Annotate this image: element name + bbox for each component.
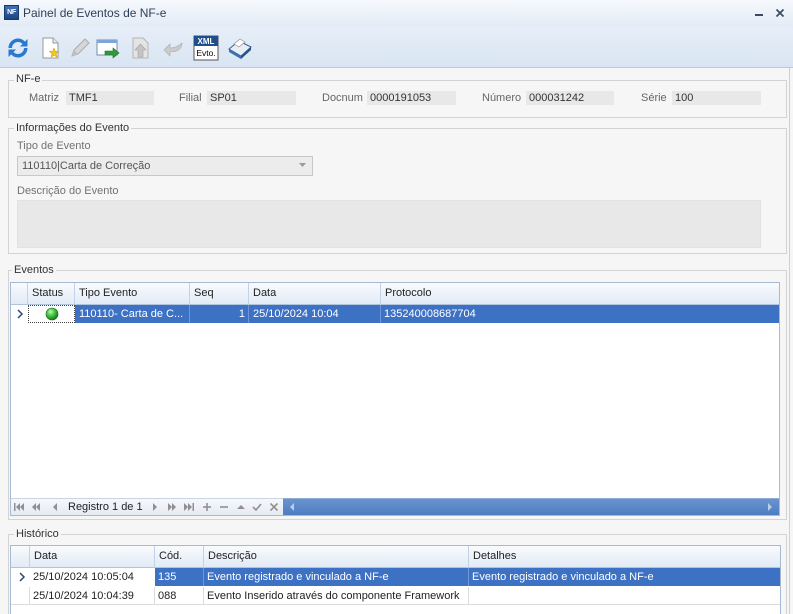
historico-header-data[interactable]: Data [30,546,155,568]
green-ball-icon [45,307,59,321]
seq-cell[interactable]: 1 [190,305,249,323]
filial-field[interactable]: SP01 [207,91,296,105]
historico-header-detalhes[interactable]: Detalhes [469,546,780,568]
insert-icon[interactable] [202,502,212,512]
window-title: Painel de Eventos de NF-e [23,6,167,20]
serie-field[interactable]: 100 [672,91,761,105]
prior-page-icon[interactable] [31,502,41,512]
docnum-field[interactable]: 0000191053 [367,91,456,105]
record-navigator: Registro 1 de 1 [11,498,283,515]
descricao-evento-field[interactable] [17,200,761,248]
historico-grid[interactable]: Data Cód. Descrição Detalhes 25/10/2024 … [10,545,781,614]
undo-button[interactable] [161,35,187,61]
prior-record-icon[interactable] [50,502,60,512]
historico-descricao-cell[interactable]: Evento registrado e vinculado a NF-e [204,568,469,586]
new-document-icon [42,37,60,59]
historico-data-cell[interactable]: 25/10/2024 10:04:39 [30,587,155,605]
historico-header-descricao[interactable]: Descrição [204,546,469,568]
print-send-icon [228,38,252,59]
matriz-label: Matriz [29,92,59,104]
edit-up-icon[interactable] [236,502,246,512]
cancel-x-icon[interactable] [269,502,279,512]
row-indicator [11,587,30,605]
row-indicator-chevron-icon [19,572,26,582]
last-record-icon[interactable] [184,502,194,512]
xml-icon-label: XML [198,37,215,46]
data-cell[interactable]: 25/10/2024 10:04 [249,305,381,323]
historico-indicator-header [11,546,30,568]
historico-detalhes-cell[interactable] [469,587,780,605]
chevron-down-icon[interactable] [299,163,306,168]
status-cell[interactable] [28,305,75,323]
xml-event-button[interactable]: XML Evto. [193,35,219,61]
nfe-group-label: NF-e [14,73,43,86]
horizontal-scrollbar[interactable] [283,498,779,515]
refresh-icon [8,38,28,58]
eventos-header-status[interactable]: Status [28,283,75,305]
evto-icon-label: Evto. [196,48,215,58]
table-row[interactable]: 25/10/2024 10:04:39 088 Evento Inserido … [11,587,780,605]
print-send-button[interactable] [225,35,255,61]
eventos-group-label: Eventos [12,264,56,277]
row-indicator-chevron-icon [17,309,24,319]
protocolo-cell[interactable]: 135240008687704 [381,305,779,323]
historico-detalhes-cell[interactable]: Evento registrado e vinculado a NF-e [469,568,780,586]
next-page-icon[interactable] [167,502,177,512]
title-bar[interactable]: NF Painel de Eventos de NF-e [0,0,793,27]
event-info-group-label: Informações do Evento [14,122,132,135]
numero-field[interactable]: 000031242 [526,91,614,105]
row-indicator [11,568,30,586]
eventos-header-tipo[interactable]: Tipo Evento [75,283,190,305]
table-row[interactable]: 110110- Carta de C... 1 25/10/2024 10:04… [11,305,779,323]
edit-button[interactable] [67,35,93,61]
first-record-icon[interactable] [14,502,24,512]
historico-header-cod[interactable]: Cód. [155,546,204,568]
delete-icon[interactable] [219,502,229,512]
post-check-icon[interactable] [252,502,262,512]
eventos-header-data[interactable]: Data [249,283,381,305]
serie-label: Série [641,92,667,104]
upload-document-button[interactable] [128,35,154,61]
descricao-evento-label: Descrição do Evento [17,185,119,197]
xml-event-icon: XML Evto. [193,35,219,61]
historico-group-label: Histórico [14,528,61,541]
toolbar: XML Evto. [0,27,793,68]
numero-label: Número [482,92,522,104]
docnum-label: Docnum [322,92,363,104]
minimize-icon[interactable] [754,7,764,17]
upload-document-icon [132,37,149,59]
export-button[interactable] [95,35,121,61]
tipo-evento-label: Tipo de Evento [17,140,91,152]
next-record-icon[interactable] [150,502,160,512]
new-document-button[interactable] [37,35,63,61]
table-row[interactable]: 25/10/2024 10:05:04 135 Evento registrad… [11,568,780,586]
eventos-header-seq[interactable]: Seq [190,283,249,305]
refresh-button[interactable] [5,35,31,61]
scroll-right-icon[interactable] [767,503,773,511]
tipo-evento-select[interactable]: 110110|Carta de Correção [17,156,313,176]
window-border [789,68,790,614]
matriz-field[interactable]: TMF1 [66,91,154,105]
eventos-indicator-header [11,283,28,305]
app-icon: NF [4,5,19,20]
eventos-grid[interactable]: Status Tipo Evento Seq Data Protocolo 11… [10,282,780,516]
historico-data-cell[interactable]: 25/10/2024 10:05:04 [30,568,155,586]
row-indicator [11,305,28,323]
export-icon [96,39,120,59]
tipo-evento-value: 110110|Carta de Correção [22,160,151,172]
historico-cod-cell[interactable]: 135 [155,568,204,586]
filial-label: Filial [179,92,202,104]
scroll-left-icon[interactable] [289,503,295,511]
undo-arrow-icon [163,42,183,57]
historico-cod-cell[interactable]: 088 [155,587,204,605]
eventos-header-protocolo[interactable]: Protocolo [381,283,779,305]
record-counter: Registro 1 de 1 [68,501,143,513]
historico-descricao-cell[interactable]: Evento Inserido através do componente Fr… [204,587,469,605]
close-icon[interactable] [775,8,785,18]
edit-pencil-icon [71,38,90,57]
tipo-evento-cell[interactable]: 110110- Carta de C... [75,305,190,323]
